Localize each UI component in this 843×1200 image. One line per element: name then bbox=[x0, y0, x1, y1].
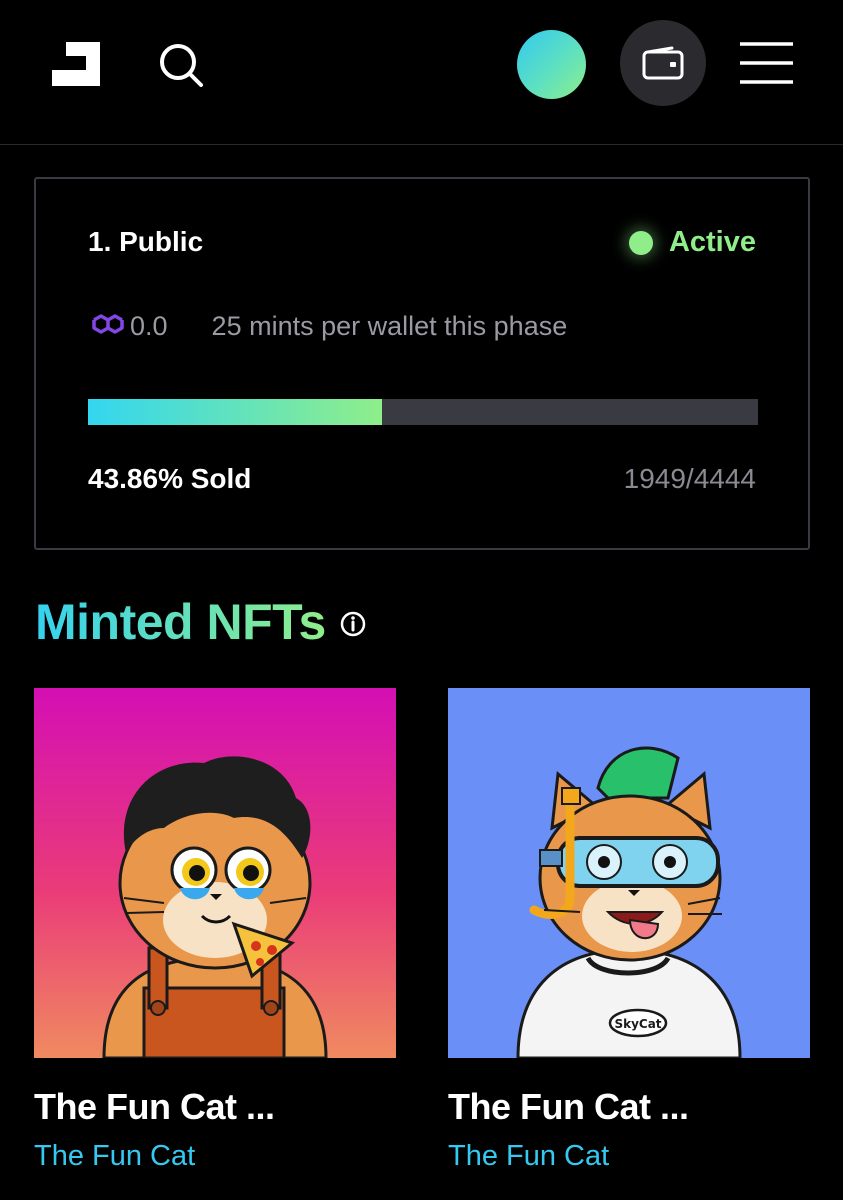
nft-collection-link[interactable]: The Fun Cat bbox=[448, 1140, 810, 1173]
hamburger-menu-icon[interactable] bbox=[740, 42, 793, 84]
sold-count: 1949/4444 bbox=[623, 463, 756, 494]
nft-collection-link[interactable]: The Fun Cat bbox=[34, 1140, 396, 1173]
info-icon[interactable] bbox=[340, 611, 366, 637]
brand-logo-icon[interactable] bbox=[52, 42, 100, 86]
mint-phase-card: 1. Public Active 0.0 25 mints per wallet… bbox=[34, 177, 810, 550]
cat-snorkel-skycat-image: SkyCat bbox=[448, 688, 810, 1058]
user-avatar[interactable] bbox=[517, 30, 586, 99]
status-dot-icon bbox=[628, 230, 653, 255]
sold-percentage: 43.86% Sold bbox=[88, 463, 252, 494]
search-icon[interactable] bbox=[158, 42, 204, 88]
mint-progress-bar bbox=[88, 399, 758, 425]
nft-name: The Fun Cat ... bbox=[34, 1086, 275, 1127]
polygon-icon bbox=[92, 314, 124, 336]
price-row: 0.0 25 mints per wallet this phase bbox=[88, 310, 567, 342]
nft-card[interactable]: SkyCat The Fun Cat ... The Fun Cat bbox=[448, 688, 810, 1173]
wallet-button[interactable] bbox=[620, 20, 706, 106]
phase-status: Active bbox=[628, 226, 756, 259]
nft-name: The Fun Cat ... bbox=[448, 1086, 689, 1127]
mint-price: 0.0 bbox=[130, 310, 168, 341]
svg-text:SkyCat: SkyCat bbox=[614, 1017, 661, 1031]
mint-limit: 25 mints per wallet this phase bbox=[211, 310, 568, 341]
status-label: Active bbox=[668, 226, 756, 258]
phase-title: 1. Public bbox=[88, 226, 204, 257]
nft-card[interactable]: The Fun Cat ... The Fun Cat bbox=[34, 688, 396, 1173]
mint-progress-fill bbox=[88, 399, 382, 425]
top-nav-bar bbox=[0, 0, 843, 145]
minted-nfts-header: Minted NFTs bbox=[35, 593, 366, 651]
wallet-icon bbox=[642, 46, 684, 80]
cat-pizza-overalls-image bbox=[34, 688, 396, 1058]
section-title: Minted NFTs bbox=[35, 594, 326, 650]
